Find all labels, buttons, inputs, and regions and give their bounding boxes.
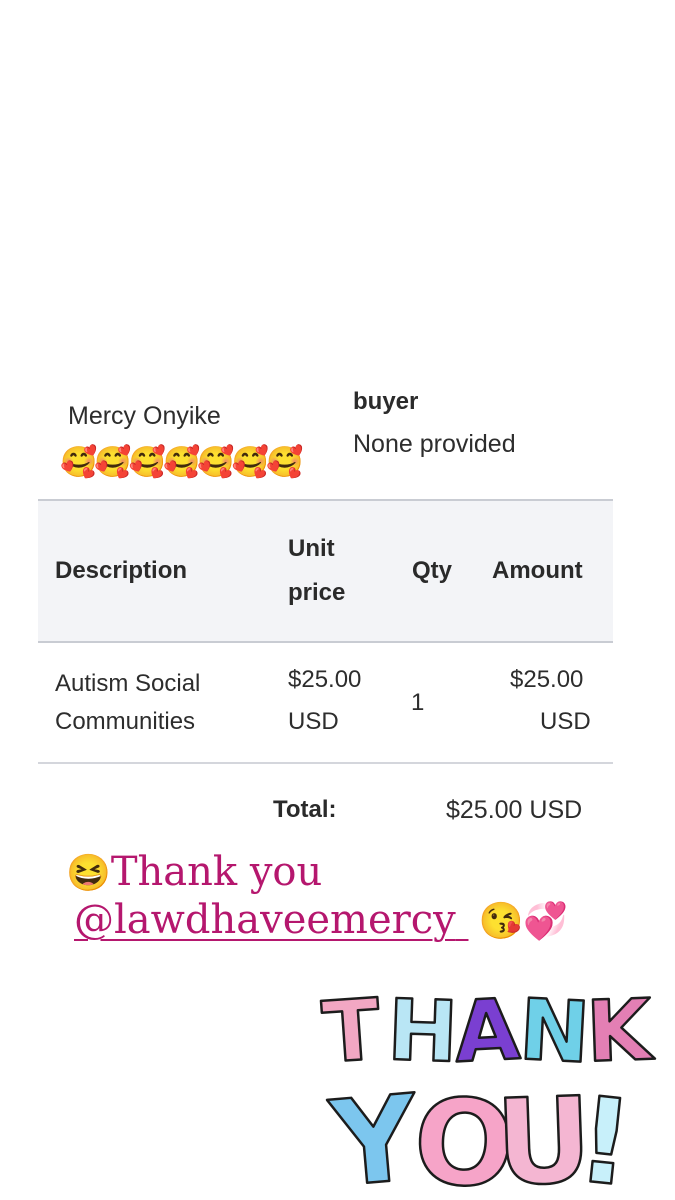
column-header-description: Description: [55, 557, 188, 584]
sticker-letter-a: A: [452, 980, 522, 1081]
total-label: Total:: [273, 796, 337, 823]
thank-you-sticker: T HANKYOU!: [318, 979, 657, 1195]
laughing-face-emoji: 😆: [66, 853, 111, 894]
item-unit-price-line1: $25.00: [288, 666, 362, 693]
column-header-unit-price-line1: Unit: [288, 535, 335, 562]
item-description-line2: Communities: [55, 708, 196, 735]
item-description-line1: Autism Social: [55, 670, 201, 697]
column-header-unit-price-line2: price: [288, 579, 346, 606]
column-header-amount: Amount: [492, 557, 583, 584]
mention-caption: @lawdhaveemercy 😘💞: [74, 896, 568, 946]
kiss-and-hearts-emoji: 😘💞: [478, 901, 569, 942]
smiling-hearts-emoji-row: 🥰🥰🥰🥰🥰🥰🥰: [60, 446, 303, 479]
item-amount-line1: $25.00: [510, 666, 584, 693]
sticker-letter-h: H: [386, 981, 460, 1081]
seller-name: Mercy Onyike: [68, 402, 221, 430]
buyer-label: buyer: [353, 388, 419, 415]
mention-link[interactable]: @lawdhaveemercy: [74, 897, 456, 943]
row-divider: [38, 762, 613, 764]
item-amount-line2: USD: [540, 708, 591, 735]
thank-you-caption: 😆Thank you: [66, 848, 322, 898]
items-table-header: Description Unit price Qty Amount: [38, 499, 613, 643]
column-header-qty: Qty: [412, 557, 453, 584]
sticker-letter-k: K: [585, 981, 656, 1081]
item-qty: 1: [411, 689, 425, 716]
buyer-value: None provided: [353, 430, 516, 458]
sticker-letter-t: T: [319, 980, 383, 1082]
thank-you-text: Thank you: [110, 849, 323, 895]
sticker-letter-n: N: [517, 980, 592, 1082]
total-value: $25.00 USD: [446, 796, 583, 824]
sticker-letter-y: Y: [324, 1068, 425, 1195]
item-unit-price-line2: USD: [288, 708, 339, 735]
